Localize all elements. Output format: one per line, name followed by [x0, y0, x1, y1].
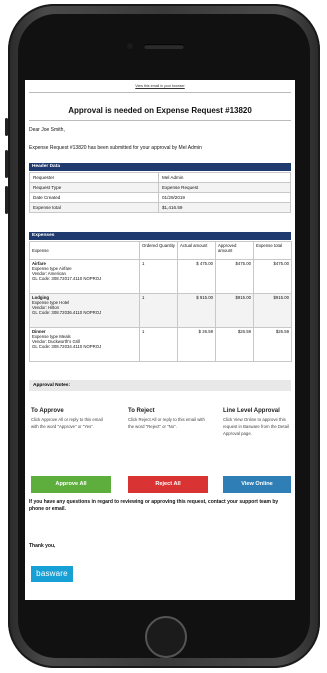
email-screen: View this email in your browser Approval…: [25, 80, 295, 600]
cell-quantity: 1: [139, 327, 178, 362]
home-button[interactable]: [145, 616, 187, 658]
column-header: Ordered Quantity: [139, 241, 178, 260]
questions-text: If you have any questions in regard to r…: [29, 499, 279, 512]
reject-heading: To Reject: [128, 408, 155, 414]
approve-all-button[interactable]: Approve All: [31, 476, 111, 493]
table-header-row: Expense Ordered Quantity Actual amount A…: [29, 241, 292, 260]
table-row: Lodging Expense type Hotel Vendor: Hilton G…: [29, 293, 292, 328]
table-row: Airfare Expense type Airfare Vendor: Ameri…: [29, 259, 292, 294]
line-level-body: Click View Online to approve this reques…: [223, 417, 289, 436]
line-level-instructions: Line Level Approval Click View Online to…: [223, 407, 295, 437]
expense-description: Dinner Expense type Meals Vendor: Duckwort…: [29, 327, 140, 362]
cell-value: Expense Request: [158, 182, 291, 193]
column-header: Expense total: [253, 241, 292, 260]
header-data-table: Requester Mel Admin Request Type Expense R…: [29, 172, 291, 213]
cell-label: Request Type: [29, 182, 159, 193]
reject-body: Click Reject All or reply to this email …: [128, 417, 205, 429]
expense-gl-code: GL Code: 308.72017.4110 NOPROJ: [32, 276, 102, 281]
email-title: Approval is needed on Expense Request #1…: [68, 106, 252, 115]
expense-description: Lodging Expense type Hotel Vendor: Hilton G…: [29, 293, 140, 328]
table-row: Date Created 01/29/2019: [29, 192, 291, 203]
cell-actual-amount: $ 915.00: [177, 293, 216, 328]
cell-actual-amount: $ 26.59: [177, 327, 216, 362]
cell-expense-total: $475.00: [253, 259, 292, 294]
basware-logo: basware: [31, 566, 73, 582]
cell-actual-amount: $ 475.00: [177, 259, 216, 294]
expense-gl-code: GL Code: 308.72036.4110 NOPROJ: [32, 310, 102, 315]
volume-down-button: [5, 186, 8, 214]
view-in-browser-link[interactable]: View this email in your browser: [25, 84, 295, 88]
cell-label: Requester: [29, 172, 159, 183]
divider: [29, 120, 291, 121]
table-row: Requester Mel Admin: [29, 172, 291, 183]
cell-value: 01/29/2019: [158, 192, 291, 203]
approve-instructions: To Approve Click Approve All or reply to…: [31, 407, 109, 431]
thanks-text: Thank you,: [29, 543, 56, 549]
approve-body: Click Approve All or reply to this email…: [31, 417, 103, 429]
cell-approved-amount: $26.59: [215, 327, 254, 362]
view-online-button[interactable]: View Online: [223, 476, 291, 493]
expenses-table: Expense Ordered Quantity Actual amount A…: [29, 241, 292, 362]
divider: [29, 92, 291, 93]
approval-notes-bar: Approval Notes:: [29, 380, 291, 391]
earpiece-speaker: [144, 44, 184, 49]
table-row: Dinner Expense type Meals Vendor: Duckwort…: [29, 327, 292, 362]
column-header: Actual amount: [177, 241, 216, 260]
column-header: Expense: [29, 241, 140, 260]
cell-quantity: 1: [139, 259, 178, 294]
table-row: Request Type Expense Request: [29, 182, 291, 193]
reject-all-button[interactable]: Reject All: [128, 476, 208, 493]
cell-expense-total: $26.59: [253, 327, 292, 362]
expense-description: Airfare Expense type Airfare Vendor: Ameri…: [29, 259, 140, 294]
line-level-heading: Line Level Approval: [223, 408, 280, 414]
volume-up-button: [5, 150, 8, 178]
cell-value: Mel Admin: [158, 172, 291, 183]
reject-instructions: To Reject Click Reject All or reply to t…: [128, 407, 206, 431]
cell-label: Expense total: [29, 202, 159, 213]
cell-value: $1,416.59: [158, 202, 291, 213]
header-data-section-title: Header Data: [29, 163, 291, 171]
cell-expense-total: $915.00: [253, 293, 292, 328]
mute-switch: [5, 118, 8, 136]
cell-approved-amount: $475.00: [215, 259, 254, 294]
cell-quantity: 1: [139, 293, 178, 328]
expenses-section-title: Expenses: [29, 232, 291, 240]
cell-approved-amount: $915.00: [215, 293, 254, 328]
cell-label: Date Created: [29, 192, 159, 203]
greeting: Dear Joe Smith,: [29, 127, 65, 133]
expense-gl-code: GL Code: 308.72034.4110 NOPROJ: [32, 344, 102, 349]
front-camera: [126, 42, 134, 50]
column-header: Approved amount: [215, 241, 254, 260]
intro-text: Expense Request #13820 has been submitte…: [29, 145, 202, 151]
table-row: Expense total $1,416.59: [29, 202, 291, 213]
approve-heading: To Approve: [31, 408, 64, 414]
